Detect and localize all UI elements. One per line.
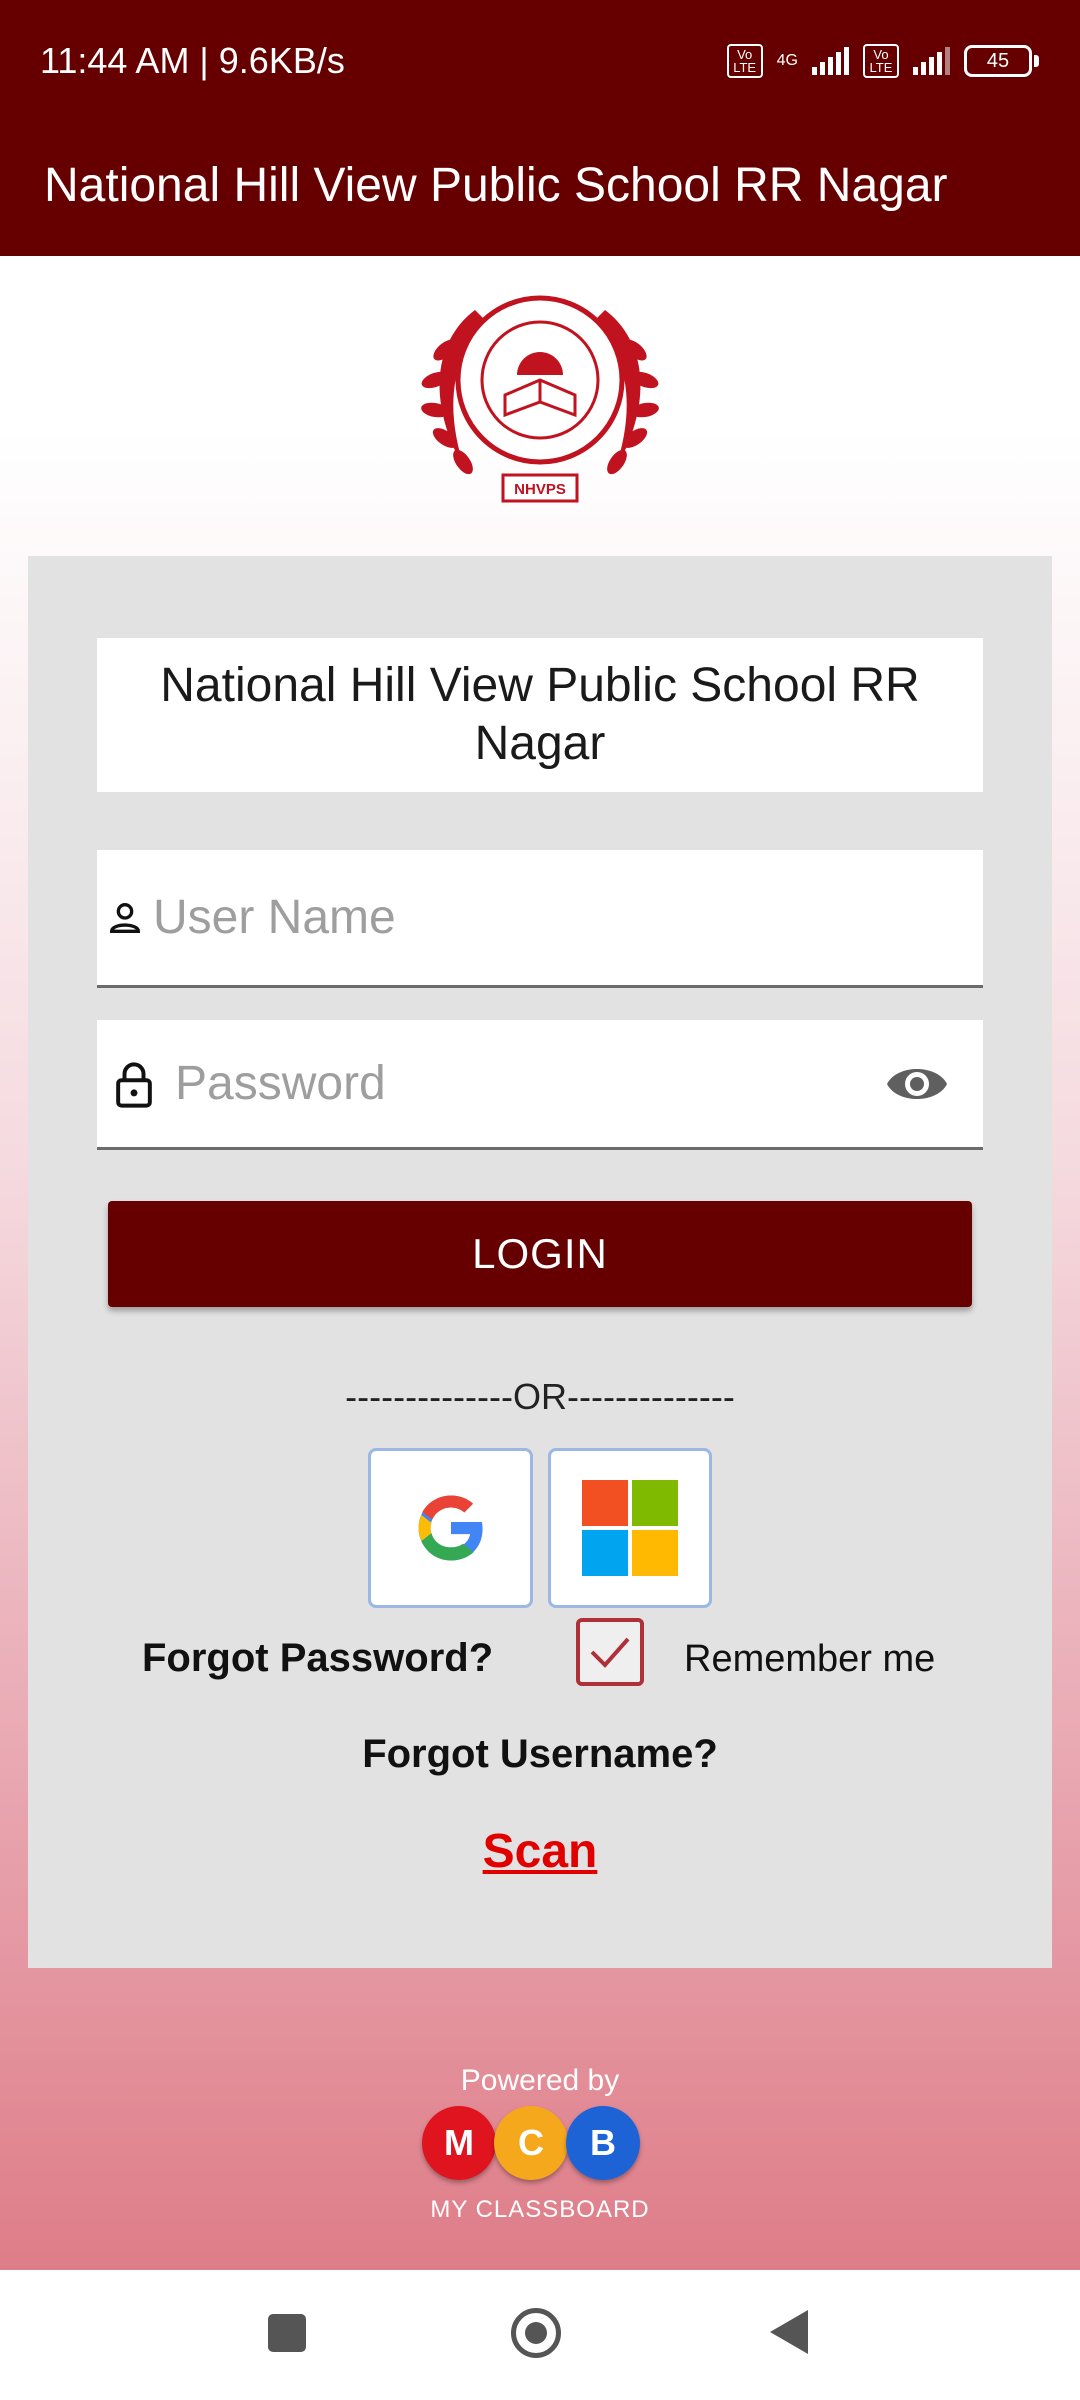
mcb-letter-m: M	[422, 2106, 496, 2180]
back-button[interactable]	[770, 2310, 808, 2354]
brand-name: MY CLASSBOARD	[430, 2196, 650, 2223]
signal-icon-2	[913, 47, 950, 75]
school-name: National Hill View Public School RR Naga…	[97, 638, 983, 792]
password-field[interactable]: Password	[97, 1020, 983, 1150]
forgot-password-link[interactable]: Forgot Password?	[142, 1636, 493, 1681]
password-placeholder: Password	[175, 1057, 386, 1110]
app-bar: National Hill View Public School RR Naga…	[0, 128, 1080, 256]
user-icon	[109, 903, 141, 933]
lock-icon	[116, 1062, 152, 1108]
powered-by-label: Powered by	[460, 2064, 620, 2097]
microsoft-login-button[interactable]	[548, 1448, 712, 1608]
google-login-button[interactable]	[368, 1448, 533, 1608]
google-icon	[418, 1495, 484, 1561]
remember-me-checkbox[interactable]	[576, 1618, 644, 1686]
login-card: National Hill View Public School RR Naga…	[28, 556, 1052, 1968]
scan-link[interactable]: Scan	[28, 1824, 1052, 1879]
mcb-letter-c: C	[494, 2106, 568, 2180]
status-time: 11:44 AM | 9.6KB/s	[40, 40, 345, 81]
check-icon	[590, 1637, 630, 1668]
status-indicators: Vo LTE 4G Vo LTE 45	[726, 44, 1039, 78]
status-bar: 11:44 AM | 9.6KB/s Vo LTE 4G Vo LTE 45	[0, 0, 1080, 128]
username-field[interactable]: User Name	[97, 850, 983, 988]
or-divider: --------------OR--------------	[345, 1376, 735, 1417]
school-logo: NHVPS	[421, 295, 659, 503]
app-title: National Hill View Public School RR Naga…	[44, 159, 948, 212]
forgot-username-link[interactable]: Forgot Username?	[28, 1732, 1052, 1777]
recents-button[interactable]	[268, 2314, 306, 2352]
mcb-logo: M C B	[422, 2106, 640, 2180]
login-button[interactable]: LOGIN	[108, 1201, 972, 1307]
signal-icon	[812, 47, 849, 75]
microsoft-icon	[582, 1480, 678, 1576]
username-placeholder: User Name	[153, 891, 396, 944]
remember-me-label: Remember me	[684, 1638, 936, 1680]
network-type: 4G	[776, 52, 798, 69]
navigation-bar	[0, 2270, 1080, 2400]
eye-icon[interactable]	[885, 1060, 949, 1108]
volte-icon: Vo LTE	[726, 44, 763, 78]
logo-banner-text: NHVPS	[514, 481, 566, 498]
home-button[interactable]	[511, 2308, 561, 2358]
battery-icon: 45	[964, 45, 1039, 77]
volte-icon-2: Vo LTE	[863, 44, 899, 78]
mcb-letter-b: B	[566, 2106, 640, 2180]
